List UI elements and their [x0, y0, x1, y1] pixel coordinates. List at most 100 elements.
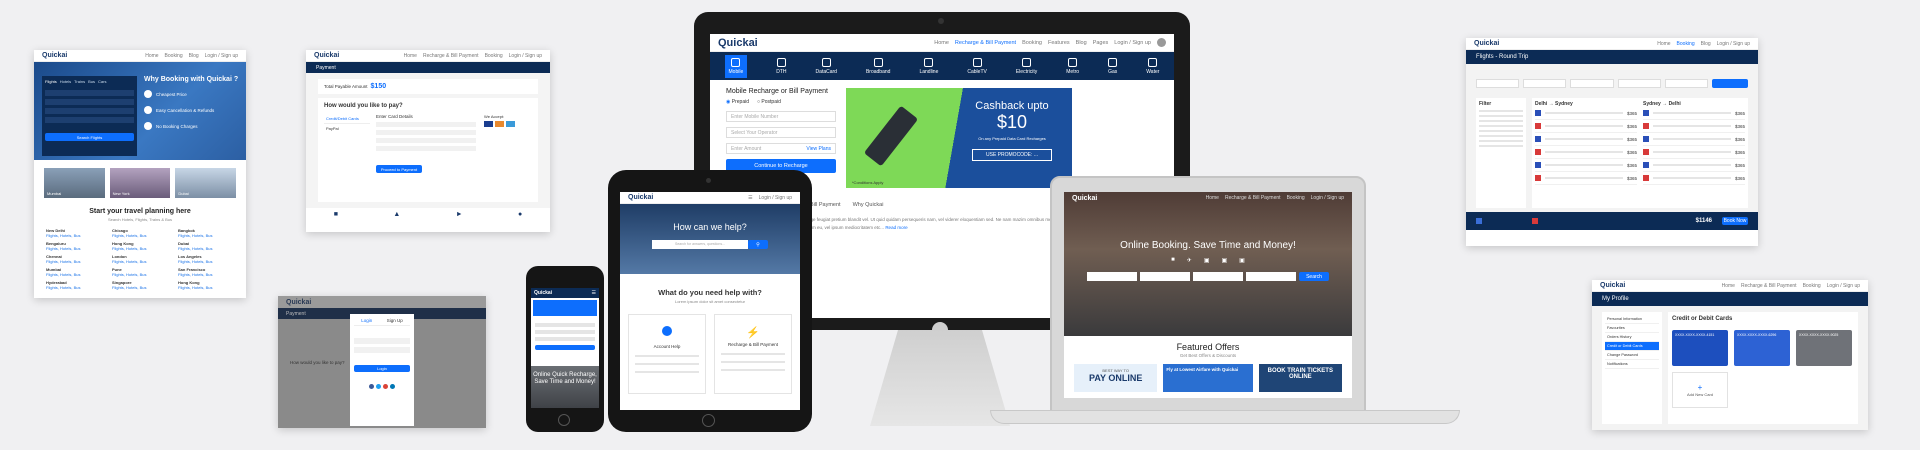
brand-logo[interactable]: Quickai	[42, 52, 67, 59]
city-item[interactable]: Mumbai Flights, Hotels, Bus	[46, 267, 102, 277]
service-gas[interactable]: Gas	[1108, 57, 1117, 75]
flight-row[interactable]: $365	[1535, 107, 1637, 120]
service-broadband[interactable]: Broadband	[866, 57, 890, 75]
flight-row[interactable]: $365	[1535, 120, 1637, 133]
view-plans-link[interactable]: View Plans	[806, 146, 831, 152]
twitter-icon[interactable]	[376, 384, 381, 389]
brand-logo[interactable]: Quickai	[718, 37, 758, 49]
nav-item-home[interactable]: Home	[145, 53, 158, 59]
return-field[interactable]	[1617, 79, 1661, 88]
brand-logo[interactable]: Quickai	[628, 194, 653, 201]
brand-logo[interactable]: Quickai	[1072, 195, 1097, 202]
flight-row[interactable]: $365	[1643, 172, 1745, 185]
credit-card-visa[interactable]: XXXX-XXXX-XXXX-4151	[1672, 330, 1728, 366]
offer-train[interactable]: BOOK TRAIN TICKETS ONLINE	[1258, 364, 1342, 392]
date-field[interactable]	[45, 108, 134, 114]
cvv-field[interactable]	[376, 138, 476, 143]
menu-icon[interactable]: ☰	[592, 290, 596, 296]
mobile-number-input[interactable]: Enter Mobile Number	[726, 111, 836, 122]
profile-menu-item[interactable]: Personal Information	[1605, 315, 1659, 324]
credit-card-blue[interactable]: XXXX-XXXX-XXXX-6296	[1734, 330, 1790, 366]
home-button[interactable]	[702, 414, 715, 427]
city-item[interactable]: Bengaluru Flights, Hotels, Bus	[46, 241, 102, 251]
login-link[interactable]: Login / Sign up	[1827, 283, 1860, 289]
profile-menu-item[interactable]: Favourites	[1605, 324, 1659, 333]
nav-item-booking[interactable]: Booking	[1022, 40, 1042, 46]
tab-bus[interactable]: Bus	[88, 79, 95, 84]
menu-icon[interactable]: ☰	[748, 195, 752, 201]
flight-row[interactable]: $365	[1535, 146, 1637, 159]
nav-item-booking[interactable]: Booking	[1803, 283, 1821, 289]
nav-item-home[interactable]: Home	[1657, 41, 1670, 47]
destination-image-dubai[interactable]: Dubai	[175, 168, 237, 198]
search-flights-button[interactable]: Search Flights	[45, 133, 134, 141]
offer-airfare[interactable]: Fly at Lowest Airfare with Quickai	[1163, 364, 1253, 392]
from-field[interactable]	[1476, 79, 1520, 88]
bus-icon[interactable]: ▣	[1221, 257, 1227, 264]
brand-logo[interactable]: Quickai	[534, 290, 552, 296]
from-field[interactable]	[1087, 272, 1137, 281]
nav-item-recharge[interactable]: Recharge & Bill Payment	[1741, 283, 1797, 289]
help-search-input[interactable]: Search for answers, questions...	[652, 240, 748, 249]
continue-button[interactable]	[535, 345, 595, 350]
password-field[interactable]	[354, 347, 410, 353]
name-field[interactable]	[376, 146, 476, 151]
service-mobile[interactable]: Mobile	[724, 54, 748, 78]
search-button[interactable]	[1712, 79, 1749, 88]
city-item[interactable]: Singapore Flights, Hotels, Bus	[112, 280, 168, 290]
service-cabletv[interactable]: CableTV	[967, 57, 987, 75]
tab-trains[interactable]: Trains	[74, 79, 85, 84]
offer-pay-online[interactable]: BEST WAY TO PAY ONLINE	[1074, 364, 1158, 392]
tab-hotels[interactable]: Hotels	[60, 79, 71, 84]
city-item[interactable]: Chennai Flights, Hotels, Bus	[46, 254, 102, 264]
city-item[interactable]: Hyderabad Flights, Hotels, Bus	[46, 280, 102, 290]
card-number-field[interactable]	[376, 122, 476, 127]
service-dth[interactable]: DTH	[776, 57, 787, 75]
method-paypal[interactable]: PayPal	[324, 124, 370, 133]
flight-row[interactable]: $365	[1643, 133, 1745, 146]
city-item[interactable]: Bangkok Flights, Hotels, Bus	[178, 228, 234, 238]
promo-banner[interactable]: Cashback upto $10 On any Prepaid Data Ca…	[846, 88, 1072, 188]
service-metro[interactable]: Metro	[1066, 57, 1079, 75]
help-tile-account[interactable]: Account Help	[628, 314, 706, 394]
train-icon[interactable]: ▣	[1204, 257, 1210, 264]
destination-image-mumbai[interactable]: Mumbai	[44, 168, 105, 198]
book-now-button[interactable]: Book Now	[1722, 217, 1748, 225]
city-item[interactable]: Hong Kong Flights, Hotels, Bus	[178, 280, 234, 290]
city-item[interactable]: Los Angeles Flights, Hotels, Bus	[178, 254, 234, 264]
city-item[interactable]: New Delhi Flights, Hotels, Bus	[46, 228, 102, 238]
depart-field[interactable]	[1570, 79, 1614, 88]
nav-item-booking[interactable]: Booking	[485, 53, 503, 59]
user-icon[interactable]	[1157, 38, 1166, 47]
operator-select[interactable]: Select Your Operator	[726, 127, 836, 138]
nav-item-booking[interactable]: Booking	[1677, 41, 1695, 47]
city-item[interactable]: Hong Kong Flights, Hotels, Bus	[112, 241, 168, 251]
brand-logo[interactable]: Quickai	[286, 299, 311, 306]
brand-logo[interactable]: Quickai	[314, 52, 339, 59]
search-button[interactable]: Search	[1299, 272, 1329, 281]
credit-card-grey[interactable]: XXXX-XXXX-XXXX-9025	[1796, 330, 1852, 366]
login-button[interactable]: Login	[354, 365, 410, 372]
email-field[interactable]	[354, 338, 410, 344]
facebook-icon[interactable]	[369, 384, 374, 389]
profile-menu-item[interactable]: Change Password	[1605, 351, 1659, 360]
amount-input[interactable]: Enter Amount View Plans	[726, 143, 836, 154]
search-button[interactable]: ⚲	[748, 240, 768, 249]
flight-row[interactable]: $365	[1535, 133, 1637, 146]
flight-row[interactable]: $365	[1643, 107, 1745, 120]
linkedin-icon[interactable]	[390, 384, 395, 389]
nav-item-blog[interactable]: Blog	[1076, 40, 1087, 46]
home-button[interactable]	[558, 414, 570, 426]
read-more-link[interactable]: Read more	[885, 225, 907, 230]
radio-postpaid[interactable]: ○ Postpaid	[757, 99, 781, 105]
from-field[interactable]	[45, 90, 134, 96]
city-item[interactable]: Pune Flights, Hotels, Bus	[112, 267, 168, 277]
profile-menu-item[interactable]: Orders History	[1605, 333, 1659, 342]
to-field[interactable]	[1140, 272, 1190, 281]
nav-item-booking[interactable]: Booking	[165, 53, 183, 59]
tab-why-quickai[interactable]: Why Quickai	[853, 202, 884, 208]
tab-flights[interactable]: Flights	[45, 79, 57, 84]
travellers-field[interactable]	[1664, 79, 1709, 88]
to-field[interactable]	[1523, 79, 1567, 88]
city-item[interactable]: Dubai Flights, Hotels, Bus	[178, 241, 234, 251]
